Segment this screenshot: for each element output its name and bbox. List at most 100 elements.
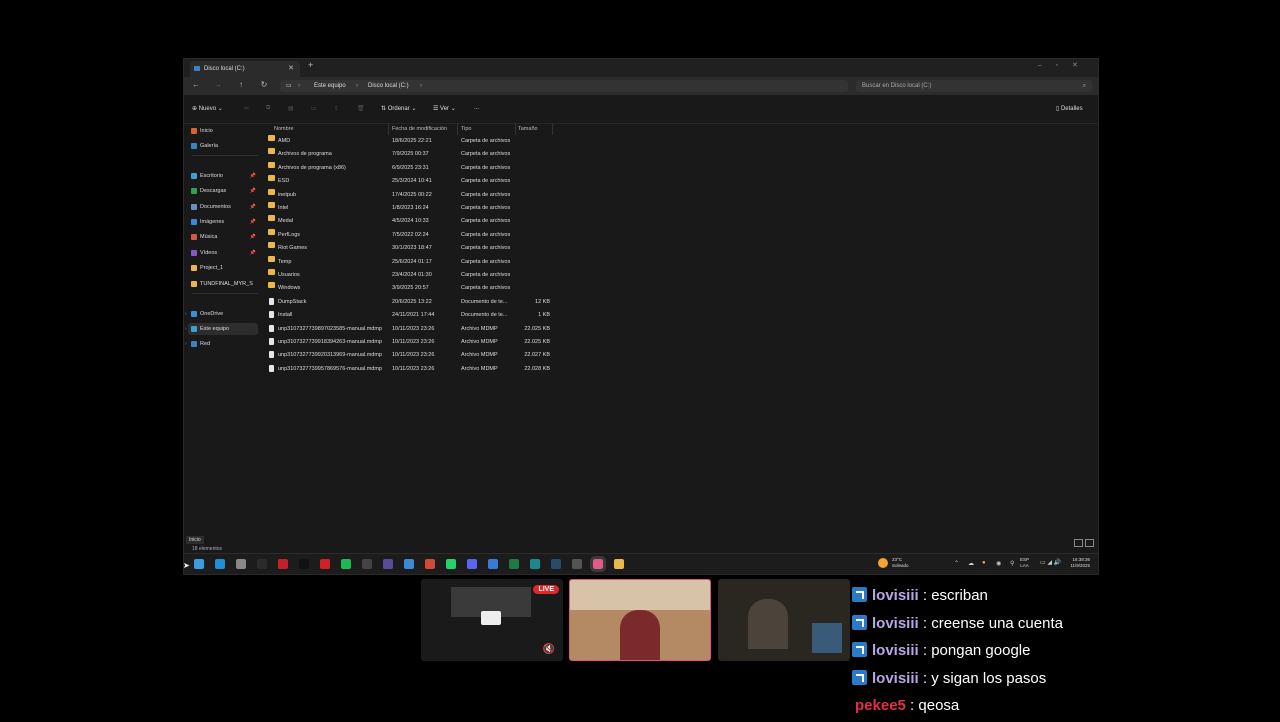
chat-username[interactable]: pekee5 bbox=[855, 697, 906, 714]
opera-icon[interactable] bbox=[320, 559, 330, 569]
network-volume-icons[interactable]: ▭ ◢ 🔊 bbox=[1040, 559, 1061, 566]
details-button[interactable]: ▯ Detalles bbox=[1056, 105, 1083, 112]
column-header-name[interactable]: Nombre bbox=[274, 123, 294, 135]
column-divider[interactable] bbox=[552, 123, 553, 135]
file-row[interactable]: DumpStack 20/6/2025 13:22 Documento de te.… bbox=[264, 296, 744, 308]
sidebar-item[interactable]: › OneDrive bbox=[185, 308, 258, 320]
obs-icon[interactable] bbox=[362, 559, 372, 569]
weather-widget[interactable]: 23°C Soleado bbox=[878, 557, 909, 569]
view-button[interactable]: ☰ Ver ⌄ bbox=[433, 105, 456, 112]
up-icon[interactable]: ↑ bbox=[235, 80, 247, 89]
address-bar[interactable]: ▭ › Este equipo › Disco local (C:) › bbox=[280, 80, 848, 92]
tiktok-icon[interactable] bbox=[299, 559, 309, 569]
app-teal-icon[interactable] bbox=[530, 559, 540, 569]
cut-icon[interactable]: ✂ bbox=[244, 105, 249, 112]
mic-icon[interactable]: ⚲ bbox=[1010, 560, 1014, 567]
file-row[interactable]: Archivos de programa (x86) 6/9/2025 23:31… bbox=[264, 161, 744, 174]
file-explorer-icon[interactable] bbox=[614, 559, 624, 569]
edge-icon[interactable] bbox=[215, 559, 225, 569]
sidebar-item[interactable]: Descargas 📌 bbox=[188, 185, 258, 197]
chat-username[interactable]: lovisiii bbox=[872, 642, 919, 659]
start-icon[interactable] bbox=[194, 559, 204, 569]
wix-icon[interactable] bbox=[383, 559, 393, 569]
file-row[interactable]: AMD 18/6/2025 22:21 Carpeta de archivos bbox=[264, 135, 744, 147]
copy-icon[interactable]: ⧉ bbox=[266, 105, 270, 112]
sidebar-item[interactable]: › Este equipo bbox=[185, 323, 258, 335]
column-divider[interactable] bbox=[388, 123, 389, 135]
file-row[interactable]: Usuarios 23/4/2024 01:30 Carpeta de archiv… bbox=[264, 269, 744, 281]
delete-icon[interactable]: 🗑 bbox=[357, 105, 365, 112]
app-pink-icon[interactable] bbox=[590, 556, 606, 572]
tray-app2-icon[interactable]: ◉ bbox=[996, 560, 1001, 567]
column-header-size[interactable]: Tamaño bbox=[518, 123, 538, 135]
discord-icon[interactable] bbox=[467, 559, 477, 569]
muted-icon[interactable]: 🔇 bbox=[543, 644, 555, 655]
sidebar-item[interactable]: Project_1 bbox=[188, 262, 258, 274]
sidebar-item[interactable]: Música 📌 bbox=[188, 231, 258, 243]
column-divider[interactable] bbox=[457, 123, 458, 135]
new-button[interactable]: ⊕ Nuevo ⌄ bbox=[192, 105, 223, 112]
chat-username[interactable]: lovisiii bbox=[872, 615, 919, 632]
language-indicator[interactable]: ESP LAA bbox=[1020, 557, 1029, 569]
file-row[interactable]: inetpub 17/4/2025 00:22 Carpeta de archivo… bbox=[264, 188, 744, 201]
sort-button[interactable]: ⇅ Ordenar ⌄ bbox=[381, 105, 416, 112]
file-row[interactable]: ESD 25/3/2024 10:41 Carpeta de archivos bbox=[264, 175, 744, 187]
file-row[interactable]: PerfLogs 7/5/2022 02:24 Carpeta de archivo… bbox=[264, 228, 744, 241]
breadcrumb-este-equipo[interactable]: Este equipo bbox=[314, 80, 346, 92]
file-row[interactable]: Install 24/11/2021 17:44 Documento de te..… bbox=[264, 309, 744, 321]
sidebar-item[interactable]: Documentos 📌 bbox=[188, 201, 258, 213]
back-icon[interactable]: ← bbox=[190, 80, 202, 89]
close-tab-icon[interactable]: ✕ bbox=[288, 61, 294, 77]
file-row[interactable]: Riot Games 30/1/2023 18:47 Carpeta de arch… bbox=[264, 242, 744, 254]
paste-icon[interactable]: ▤ bbox=[288, 105, 294, 112]
new-tab-button[interactable]: + bbox=[308, 60, 313, 70]
column-header-type[interactable]: Tipo bbox=[461, 123, 472, 135]
file-row[interactable]: unp3107327739957869576-manual.mdmp 10/11/… bbox=[264, 363, 744, 375]
app-blue-icon[interactable] bbox=[404, 559, 414, 569]
sidebar-item[interactable]: Galería bbox=[188, 140, 258, 152]
chat-username[interactable]: lovisiii bbox=[872, 587, 919, 604]
details-view-icon[interactable] bbox=[1074, 539, 1083, 547]
excel-icon[interactable] bbox=[509, 559, 519, 569]
tray-app-icon[interactable]: ● bbox=[982, 560, 986, 566]
file-row[interactable]: unp3107327739920313969-manual.mdmp 10/11/… bbox=[264, 349, 744, 361]
app-blue2-icon[interactable] bbox=[488, 559, 498, 569]
tab-disco-local[interactable]: Disco local (C:) ✕ bbox=[190, 61, 300, 77]
steam-icon[interactable] bbox=[551, 559, 561, 569]
whatsapp-icon[interactable] bbox=[446, 559, 456, 569]
refresh-icon[interactable]: ↻ bbox=[258, 80, 270, 89]
file-row[interactable]: Intel 1/8/2023 16:24 Carpeta de archivos bbox=[264, 202, 744, 214]
forward-icon[interactable]: → bbox=[212, 80, 224, 89]
window-controls[interactable]: –▫✕ bbox=[1038, 61, 1092, 69]
sidebar-item[interactable]: Vídeos 📌 bbox=[188, 247, 258, 259]
more-options-button[interactable]: ... bbox=[474, 105, 479, 111]
clock[interactable]: 16:38:36 11/9/2025 bbox=[1070, 557, 1090, 569]
search-input[interactable]: Buscar en Disco local (C:) ⌕ bbox=[856, 80, 1092, 92]
chevron-right-icon[interactable]: › bbox=[185, 308, 187, 320]
file-row[interactable]: Archivos de programa 7/9/2025 00:37 Carpet… bbox=[264, 148, 744, 160]
file-row[interactable]: unp3107327739897023585-manual.mdmp 10/11/… bbox=[264, 323, 744, 335]
file-row[interactable]: Temp 25/6/2024 01:17 Carpeta de archivos bbox=[264, 255, 744, 268]
chevron-up-icon[interactable]: ⌃ bbox=[954, 560, 959, 567]
rename-icon[interactable]: ▭ bbox=[311, 105, 317, 112]
breadcrumb-disco-local[interactable]: Disco local (C:) bbox=[368, 80, 409, 92]
chevron-right-icon[interactable]: › bbox=[185, 323, 187, 335]
file-row[interactable]: Windows 3/9/2025 20:57 Carpeta de archivos bbox=[264, 282, 744, 294]
app-dark-icon[interactable] bbox=[572, 559, 582, 569]
sidebar-item[interactable]: Imágenes 📌 bbox=[188, 216, 258, 228]
chrome-icon[interactable] bbox=[425, 559, 435, 569]
sidebar-item[interactable]: › Red bbox=[185, 338, 258, 350]
spotify-icon[interactable] bbox=[341, 559, 351, 569]
onedrive-tray-icon[interactable]: ☁ bbox=[968, 560, 974, 567]
file-row[interactable]: Medal 4/5/2024 10:33 Carpeta de archivos bbox=[264, 215, 744, 227]
chat-username[interactable]: lovisiii bbox=[872, 670, 919, 687]
column-header-date[interactable]: Fecha de modificación bbox=[392, 123, 447, 135]
settings-icon[interactable] bbox=[236, 559, 246, 569]
sidebar-item[interactable]: TUNDFINAL_MYR_S bbox=[188, 278, 258, 290]
chevron-right-icon[interactable]: › bbox=[185, 338, 187, 350]
terminal-icon[interactable] bbox=[257, 559, 267, 569]
column-divider[interactable] bbox=[515, 123, 516, 135]
sidebar-item[interactable]: Inicio bbox=[188, 125, 258, 137]
app-red-icon[interactable] bbox=[278, 559, 288, 569]
tiles-view-icon[interactable] bbox=[1085, 539, 1094, 547]
